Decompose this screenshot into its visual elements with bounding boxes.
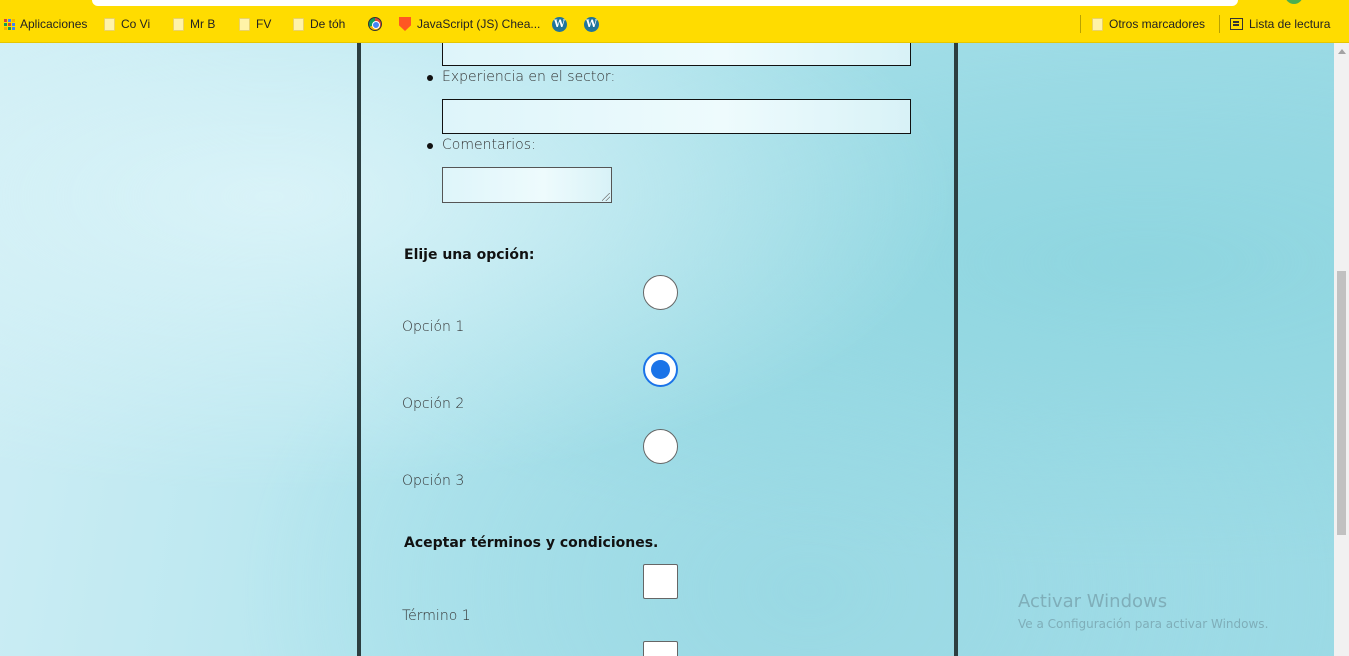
term-1-checkbox[interactable]	[643, 564, 678, 599]
address-bar-edge[interactable]	[92, 0, 1238, 6]
option-3-radio[interactable]	[643, 429, 678, 464]
experience-input[interactable]	[442, 99, 911, 134]
wordpress-icon: W	[584, 16, 599, 32]
reading-list-button[interactable]: Lista de lectura	[1230, 15, 1330, 33]
bookmark-de-toh[interactable]: De tóh	[293, 15, 345, 33]
bookmark-mr-b[interactable]: Mr B	[173, 15, 215, 33]
bookmarks-separator	[1219, 15, 1220, 33]
bookmark-label: De tóh	[310, 17, 346, 31]
folder-icon	[173, 17, 184, 31]
bookmarks-bar: Aplicaciones Co Vi Mr B FV De tóh JavaSc…	[0, 0, 1349, 43]
bookmark-wordpress-2[interactable]: W	[584, 15, 599, 33]
windows-watermark-subtitle: Ve a Configuración para activar Windows.	[1018, 617, 1269, 631]
apps-grid-icon	[4, 19, 15, 30]
bookmark-label: JavaScript (JS) Chea...	[417, 17, 541, 31]
term-2-checkbox[interactable]	[643, 641, 678, 656]
shield-icon	[399, 17, 411, 31]
list-bullet	[427, 75, 433, 81]
bookmark-fv[interactable]: FV	[239, 15, 271, 33]
option-1-radio[interactable]	[643, 275, 678, 310]
chrome-icon	[368, 17, 382, 31]
bookmark-apps-label: Aplicaciones	[20, 17, 88, 31]
list-bullet	[427, 143, 433, 149]
options-heading: Elije una opción:	[404, 247, 535, 263]
bookmark-wordpress-1[interactable]: W	[552, 15, 567, 33]
previous-field-input[interactable]	[442, 43, 911, 66]
folder-icon	[1092, 17, 1103, 31]
reading-list-icon	[1230, 18, 1243, 30]
bookmark-label: Mr B	[190, 17, 216, 31]
folder-icon	[293, 17, 304, 31]
bookmark-label: Co Vi	[121, 17, 151, 31]
bookmarks-separator	[1080, 15, 1081, 33]
bookmark-javascript[interactable]: JavaScript (JS) Chea...	[399, 15, 540, 33]
resize-handle-icon[interactable]	[602, 193, 610, 201]
scroll-up-arrow-icon[interactable]	[1338, 49, 1346, 54]
folder-icon	[239, 17, 250, 31]
option-1-label: Opción 1	[402, 319, 465, 335]
comments-label: Comentarios:	[442, 137, 536, 153]
profile-avatar[interactable]	[1285, 0, 1303, 4]
bookmark-label: FV	[256, 17, 272, 31]
comments-textarea[interactable]	[442, 167, 612, 203]
bookmark-co-vi[interactable]: Co Vi	[104, 15, 150, 33]
wordpress-icon: W	[552, 16, 567, 32]
option-3-label: Opción 3	[402, 473, 465, 489]
bookmark-chrome[interactable]	[368, 15, 382, 33]
folder-icon	[104, 17, 115, 31]
reading-list-label: Lista de lectura	[1249, 17, 1331, 31]
bookmark-other[interactable]: Otros marcadores	[1092, 15, 1205, 33]
bookmark-apps[interactable]: Aplicaciones	[4, 15, 87, 33]
experience-label: Experiencia en el sector:	[442, 69, 616, 85]
page-scrollbar[interactable]	[1334, 43, 1349, 656]
windows-watermark-title: Activar Windows	[1018, 591, 1168, 612]
terms-heading: Aceptar términos y condiciones.	[404, 535, 659, 551]
scrollbar-thumb[interactable]	[1337, 271, 1346, 535]
option-2-label: Opción 2	[402, 396, 465, 412]
option-2-radio[interactable]	[643, 352, 678, 387]
term-1-label: Término 1	[402, 608, 471, 624]
bookmark-other-label: Otros marcadores	[1109, 17, 1206, 31]
